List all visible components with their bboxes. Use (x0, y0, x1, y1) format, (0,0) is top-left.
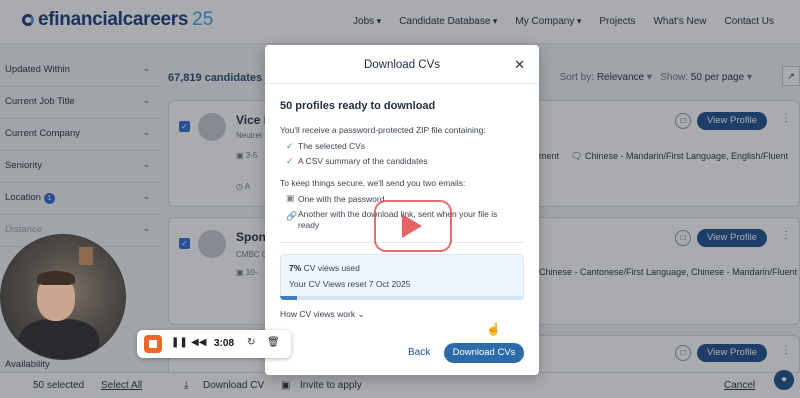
cv-usage-panel: 7% CV views used Your CV Views reset 7 O… (280, 254, 524, 300)
how-cv-views-work-toggle[interactable]: How CV views work ⌄ (280, 309, 365, 320)
usage-reset-date: Your CV Views reset 7 Oct 2025 (289, 279, 411, 289)
close-icon[interactable]: ✕ (514, 57, 525, 73)
link-icon: 🔗 (286, 211, 298, 221)
lock-icon: ▣ (286, 193, 295, 203)
content-item: ✓ The selected CVs (286, 141, 365, 152)
dialog-heading: 50 profiles ready to download (280, 100, 436, 112)
wall-picture (79, 247, 93, 265)
check-icon: ✓ (286, 141, 294, 151)
usage-percent: 7% (289, 263, 302, 273)
play-icon (402, 214, 422, 238)
restart-icon[interactable]: ↻ (247, 337, 255, 348)
usage-text: 7% CV views used (289, 263, 360, 273)
dialog-title: Download CVs (363, 59, 441, 71)
content-label: A CSV summary of the candidates (298, 156, 428, 166)
download-cvs-button[interactable]: Download CVs (444, 343, 524, 363)
zip-intro: You'll receive a password-protected ZIP … (280, 125, 486, 135)
content-label: The selected CVs (298, 141, 366, 151)
content-item: ✓ A CSV summary of the candidates (286, 156, 427, 167)
usage-label: CV views used (301, 263, 360, 273)
rewind-icon[interactable]: ◀◀ (191, 337, 206, 348)
how-cv-views-label: How CV views work (280, 309, 356, 319)
recording-timer: 3:08 (214, 338, 235, 349)
dialog-divider (265, 83, 539, 84)
presenter-hair (37, 271, 75, 285)
presenter-body (19, 319, 99, 359)
screen-recorder-controls: ❚❚ ◀◀ 3:08 ↻ 🗑 (137, 330, 291, 358)
back-button[interactable]: Back (408, 347, 430, 358)
usage-progress-fill (280, 296, 298, 300)
webcam-overlay (0, 234, 126, 360)
mouse-cursor-icon: ☝ (486, 322, 501, 336)
chevron-down-icon: ⌄ (357, 309, 365, 319)
check-icon: ✓ (286, 156, 294, 166)
pause-icon[interactable]: ❚❚ (171, 337, 188, 348)
stop-recording-icon[interactable] (144, 335, 162, 353)
trash-icon[interactable]: 🗑 (267, 337, 280, 348)
usage-progress-bar (280, 296, 524, 300)
security-intro: To keep things secure, we'll send you tw… (280, 178, 466, 188)
